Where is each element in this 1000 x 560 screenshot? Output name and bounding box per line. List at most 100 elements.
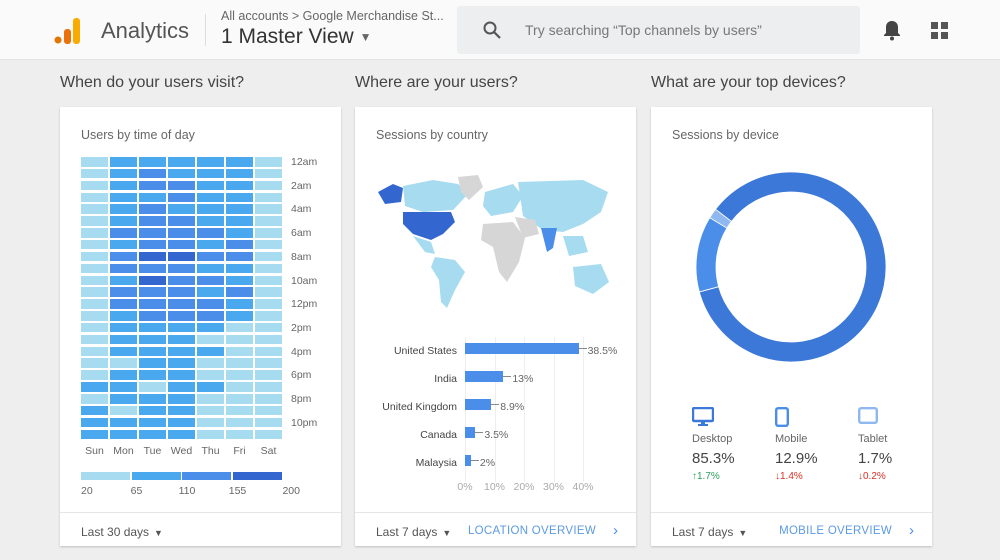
sessions-by-country-card: Sessions by country 0% 10% 20% 30% 40% United… [355,107,636,546]
map-australia [573,264,609,294]
heatmap-cell [197,228,224,238]
heatmap-cell [168,192,195,203]
heatmap-cell [168,204,195,214]
notifications-bell-icon[interactable] [882,19,902,41]
heatmap-cell [168,394,195,404]
tick-label: 10% [483,481,505,493]
heatmap-cell [255,322,282,333]
country-label: India [434,373,457,385]
heatmap-cell [168,405,195,416]
value-label: 3.5% [484,429,509,441]
heatmap-cell [168,228,195,238]
hour-label: 2am [291,179,312,192]
heatmap-cell [197,275,224,285]
heatmap-cell [226,417,253,428]
heatmap-cell [139,287,166,297]
change-value: 1.7% [697,471,720,482]
desktop-icon [691,406,772,429]
breadcrumb[interactable]: All accounts > Google Merchandise St... [221,9,444,23]
gridline [553,337,555,482]
heatmap-cell [255,394,282,404]
heatmap-cell [81,251,108,262]
leader-line [470,460,479,461]
date-range-dropdown[interactable]: Last 30 days ▼ [81,525,163,539]
date-range-dropdown[interactable]: Last 7 days ▼ [672,525,747,539]
chevron-right-icon[interactable]: › [909,522,914,539]
heatmap-cell [110,239,137,250]
location-overview-link[interactable]: LOCATION OVERVIEW [468,525,596,537]
chevron-right-icon[interactable]: › [613,522,618,539]
legend-label: 65 [130,485,143,497]
map-usa [403,212,455,240]
day-label: Tue [143,445,162,457]
heatmap-cell [197,192,224,203]
country-label: Canada [420,429,457,441]
heatmap-cell [139,263,166,274]
heatmap-cell [81,275,108,285]
tick-label: 40% [572,481,594,493]
date-range-dropdown[interactable]: Last 7 days ▼ [376,525,451,539]
heatmap-cell [110,168,137,179]
heatmap-cell [110,228,137,238]
heatmap-cell [168,287,195,297]
heatmap-cell [81,334,108,345]
heatmap-cell [255,429,282,440]
heatmap-cell [226,346,253,357]
legend-swatch [182,472,231,480]
device-change: ↑1.7% [692,471,772,482]
heatmap-cell [168,334,195,345]
heatmap-cell [81,239,108,250]
heatmap-cell [197,168,224,179]
heatmap-cell [110,180,137,191]
card-title: Users by time of day [81,128,195,142]
map-south-america [431,257,465,308]
legend-label: 110 [178,485,196,497]
legend-swatch [81,472,130,480]
heatmap-cell [226,299,253,309]
hour-label: 2pm [291,321,312,334]
value-label: 38.5% [587,345,618,357]
heatmap-cell [226,263,253,274]
apps-grid-icon[interactable] [931,22,948,39]
heatmap-cell [81,370,108,380]
caret-down-icon: ▼ [154,528,163,538]
heatmap-cell [81,322,108,333]
heatmap-cell [81,157,108,167]
heatmap-cell [110,394,137,404]
heatmap-cell [110,157,137,167]
leader-line [503,376,512,377]
heatmap-cell [110,299,137,309]
heatmap-cell [110,382,137,392]
heatmap-cell [110,263,137,274]
heatmap-cell [226,168,253,179]
heatmap-cell [226,382,253,392]
heatmap-cell [110,429,137,440]
heatmap-cell [168,311,195,321]
heatmap-cell [81,228,108,238]
heatmap-cell [255,263,282,274]
heatmap-cell [139,180,166,191]
heatmap-cell [197,429,224,440]
heatmap-cell [139,405,166,416]
heatmap-cell [226,311,253,321]
heatmap-cell [110,251,137,262]
heatmap-cell [110,192,137,203]
divider [205,14,206,46]
card-title: Sessions by device [672,128,780,142]
heatmap-cell [255,239,282,250]
search-input[interactable]: Try searching “Top channels by users” [457,6,860,54]
heatmap-cell [81,204,108,214]
heatmap-cell [139,204,166,214]
heatmap-cell [168,168,195,179]
view-selector[interactable]: 1 Master View ▼ [221,25,372,49]
heatmap-cell [110,216,137,226]
section-title-visits: When do your users visit? [60,74,245,91]
leader-line [475,432,484,433]
heatmap-cell [168,358,195,368]
sessions-by-device-card: Sessions by device Desktop 85.3% ↑1.7% Mobi… [651,107,932,546]
heatmap-cell [197,334,224,345]
heatmap-cell [197,394,224,404]
heatmap-cell [197,405,224,416]
device-change: ↓1.4% [775,471,855,482]
mobile-overview-link[interactable]: MOBILE OVERVIEW [779,525,892,537]
